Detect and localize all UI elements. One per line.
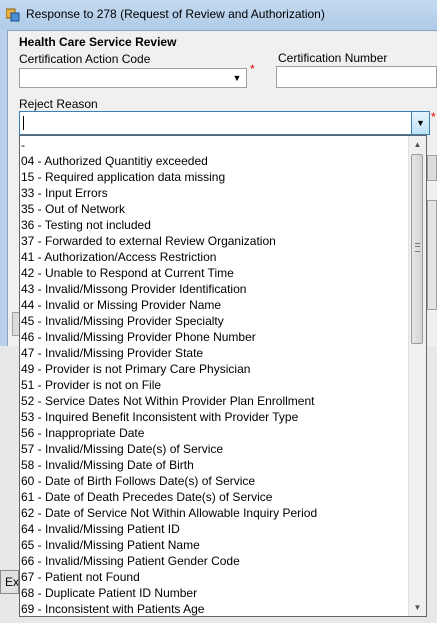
dropdown-option[interactable]: 61 - Date of Death Precedes Date(s) of S… [21,489,409,505]
triangle-down-icon[interactable]: ▼ [409,599,426,616]
dropdown-option[interactable]: 64 - Invalid/Missing Patient ID [21,521,409,537]
app-icon [6,8,20,22]
dropdown-option[interactable]: 68 - Duplicate Patient ID Number [21,585,409,601]
dropdown-option[interactable]: 58 - Invalid/Missing Date of Birth [21,457,409,473]
dialog-window: Response to 278 (Request of Review and A… [0,0,437,623]
dropdown-option[interactable]: 47 - Invalid/Missing Provider State [21,345,409,361]
dropdown-option[interactable]: 57 - Invalid/Missing Date(s) of Service [21,441,409,457]
reject-reason-dropdown-list[interactable]: -04 - Authorized Quantitiy exceeded 15 - … [19,135,427,617]
required-marker: * [431,110,436,124]
dropdown-option[interactable]: 37 - Forwarded to external Review Organi… [21,233,409,249]
dropdown-option[interactable]: 60 - Date of Birth Follows Date(s) of Se… [21,473,409,489]
dropdown-option[interactable]: 04 - Authorized Quantitiy exceeded [21,153,409,169]
dropdown-option[interactable]: 35 - Out of Network [21,201,409,217]
window-title: Response to 278 (Request of Review and A… [26,7,325,21]
chevron-down-icon: ▼ [232,73,242,83]
certification-number-label: Certification Number [278,51,388,65]
dropdown-option[interactable]: 62 - Date of Service Not Within Allowabl… [21,505,409,521]
dropdown-option[interactable]: 52 - Service Dates Not Within Provider P… [21,393,409,409]
required-marker: * [250,62,255,76]
dropdown-option[interactable]: 66 - Invalid/Missing Patient Gender Code [21,553,409,569]
dropdown-option[interactable]: 42 - Unable to Respond at Current Time [21,265,409,281]
dropdown-option[interactable]: 33 - Input Errors [21,185,409,201]
certification-action-code-label: Certification Action Code [19,52,151,66]
triangle-up-icon[interactable]: ▲ [409,136,426,153]
dropdown-option[interactable]: 51 - Provider is not on File [21,377,409,393]
group-title: Health Care Service Review [19,35,177,49]
dropdown-option[interactable]: 15 - Required application data missing [21,169,409,185]
dropdown-option[interactable]: 45 - Invalid/Missing Provider Specialty [21,313,409,329]
background-control [427,200,437,310]
dropdown-option[interactable]: 56 - Inappropriate Date [21,425,409,441]
certification-action-code-select[interactable]: ▼ [19,68,247,88]
certification-number-field[interactable] [276,66,437,88]
text-caret [23,116,24,130]
scrollbar-thumb[interactable] [411,154,423,344]
reject-reason-label: Reject Reason [19,97,98,111]
dropdown-option[interactable]: 67 - Patient not Found [21,569,409,585]
dropdown-option[interactable]: 44 - Invalid or Missing Provider Name [21,297,409,313]
dropdown-option[interactable]: 65 - Invalid/Missing Patient Name [21,537,409,553]
dropdown-option[interactable]: 43 - Invalid/Missong Provider Identifica… [21,281,409,297]
dropdown-option[interactable]: 36 - Testing not included [21,217,409,233]
background-control [427,155,437,181]
exit-button[interactable]: Ex [0,570,19,594]
dropdown-option[interactable]: 49 - Provider is not Primary Care Physic… [21,361,409,377]
grip-icon [415,243,420,252]
dropdown-option[interactable]: - [21,137,409,153]
chevron-down-icon[interactable]: ▼ [411,112,429,134]
dropdown-option[interactable]: 41 - Authorization/Access Restriction [21,249,409,265]
dropdown-option[interactable]: 46 - Invalid/Missing Provider Phone Numb… [21,329,409,345]
vertical-scrollbar[interactable]: ▲ ▼ [408,136,426,616]
dropdown-option[interactable]: 53 - Inquired Benefit Inconsistent with … [21,409,409,425]
title-bar[interactable]: Response to 278 (Request of Review and A… [0,0,437,30]
reject-reason-select[interactable]: ▼ [19,111,430,135]
dropdown-option[interactable]: 69 - Inconsistent with Patients Age [21,601,409,616]
